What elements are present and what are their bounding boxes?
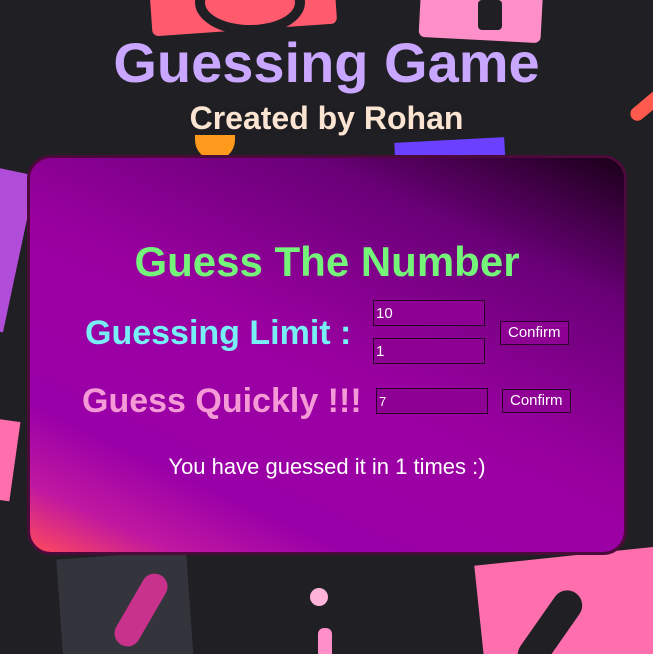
decor-shape <box>478 0 502 30</box>
confirm-guess-button[interactable]: Confirm <box>502 389 571 413</box>
page-title: Guessing Game <box>113 31 540 94</box>
guess-input[interactable] <box>376 388 488 414</box>
decor-shape <box>318 628 332 654</box>
page-subtitle: Created by Rohan <box>189 100 464 136</box>
game-card: Guess The Number Guessing Limit : Confir… <box>27 155 627 555</box>
decor-shape <box>0 418 21 502</box>
guess-count-input[interactable] <box>373 338 485 364</box>
guessing-limit-input[interactable] <box>373 300 485 326</box>
confirm-limit-button[interactable]: Confirm <box>500 321 569 345</box>
game-heading: Guess The Number <box>134 238 520 285</box>
guessing-limit-label: Guessing Limit : <box>85 314 352 352</box>
guess-quickly-label: Guess Quickly !!! <box>82 382 362 420</box>
decor-shape <box>310 588 328 606</box>
result-message: You have guessed it in 1 times :) <box>168 454 486 479</box>
